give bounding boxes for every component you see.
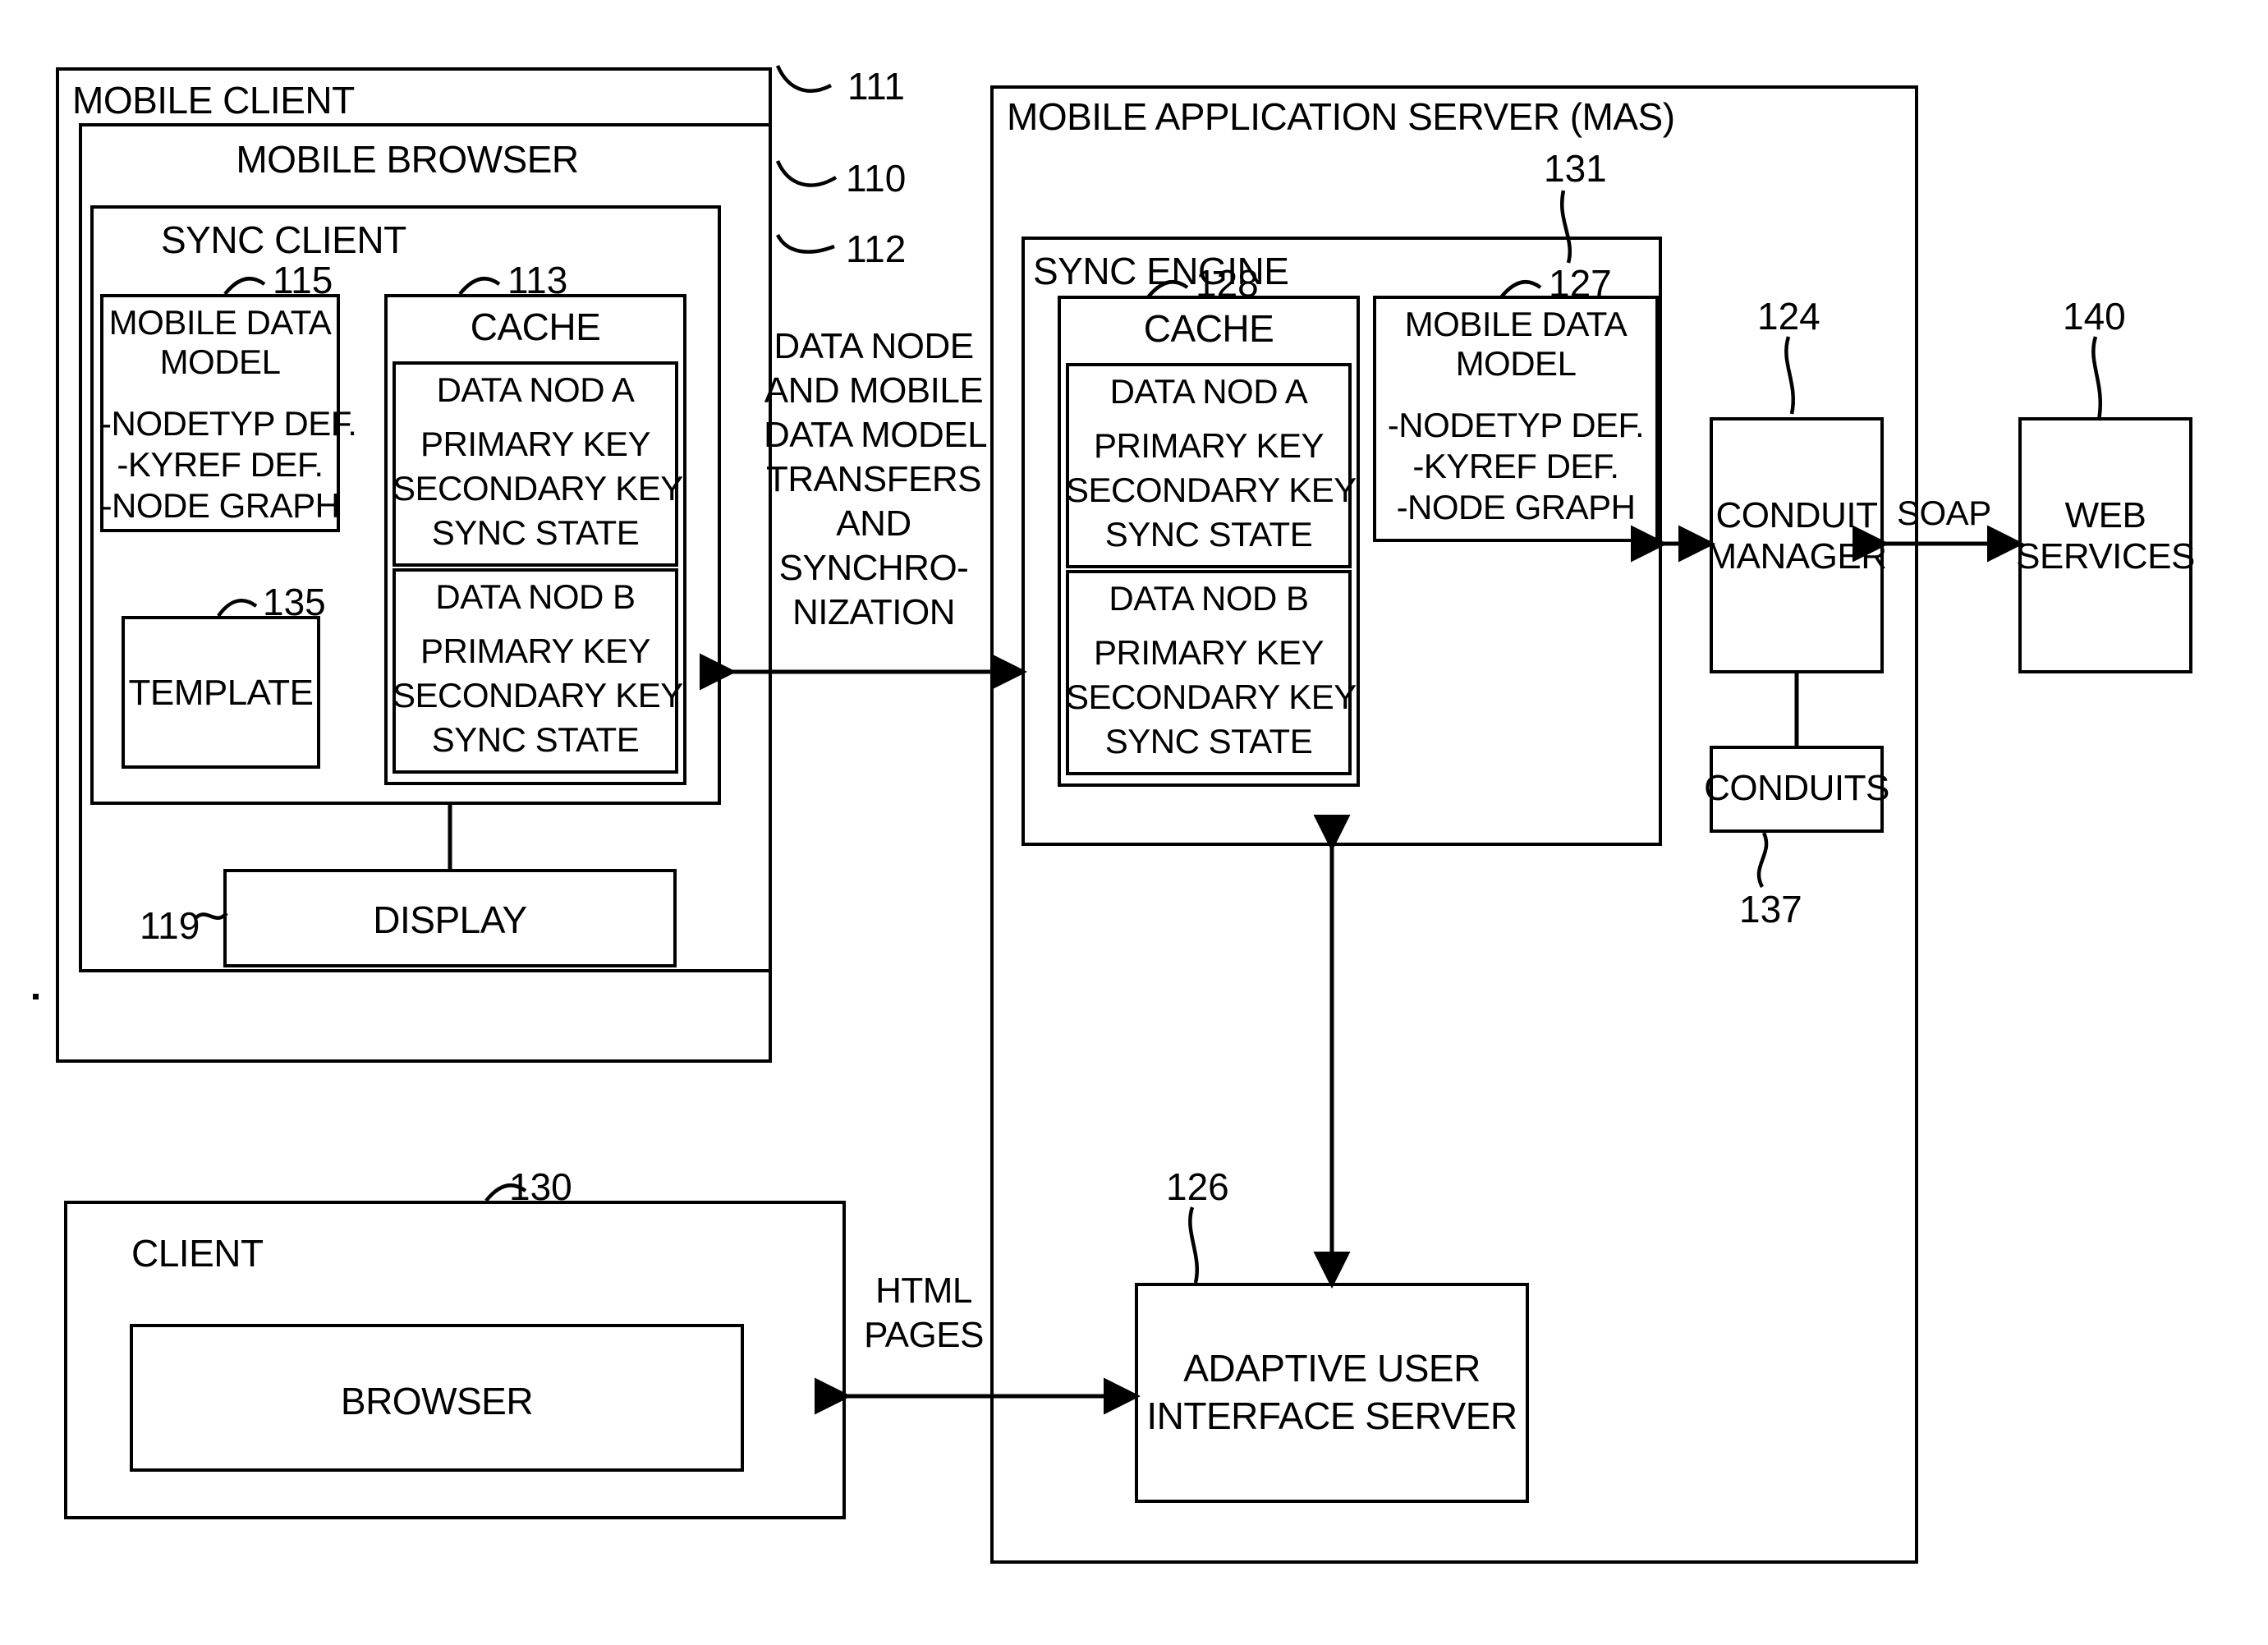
sync-link-text-line-4: AND xyxy=(836,503,911,544)
mas-mdm-title-line2: MODEL xyxy=(1455,344,1577,383)
ref-124: 124 xyxy=(1757,295,1820,338)
mas-label: MOBILE APPLICATION SERVER (MAS) xyxy=(1007,95,1675,138)
web-services-line2: SERVICES xyxy=(2016,536,2195,577)
client-mdm-item-2: -NODE GRAPH xyxy=(100,486,340,525)
client-data-node-a-name: DATA NOD A xyxy=(436,370,635,409)
ref-135: 135 xyxy=(263,581,326,623)
client-data-node-b-field-2: SYNC STATE xyxy=(431,720,640,759)
mas-mdm-title-line1: MOBILE DATA xyxy=(1404,305,1628,343)
client-label: CLIENT xyxy=(131,1232,264,1275)
conduit-manager-line2: MANAGER xyxy=(1706,536,1887,577)
client-data-node-b-field-0: PRIMARY KEY xyxy=(420,632,651,670)
mas-data-node-a-name: DATA NOD A xyxy=(1109,372,1308,411)
patent-block-diagram: MOBILE CLIENT MOBILE BROWSER SYNC CLIENT… xyxy=(0,0,2268,1645)
ref-112: 112 xyxy=(846,227,907,270)
sync-client-label: SYNC CLIENT xyxy=(161,218,406,261)
browser-label: BROWSER xyxy=(340,1380,534,1422)
adaptive-ui-server-line2: INTERFACE SERVER xyxy=(1146,1395,1517,1437)
client-data-node-b-field-1: SECONDARY KEY xyxy=(393,676,683,715)
adaptive-ui-server-line1: ADAPTIVE USER xyxy=(1183,1347,1481,1390)
ref-140: 140 xyxy=(2063,295,2126,338)
mas-data-node-a-field-2: SYNC STATE xyxy=(1104,515,1313,554)
mas-mdm-item-0: -NODETYP DEF. xyxy=(1387,406,1645,444)
ref-128: 128 xyxy=(1196,262,1259,305)
artifact-dot xyxy=(33,994,39,999)
html-pages-line2: PAGES xyxy=(864,1315,984,1355)
ref-115: 115 xyxy=(273,259,333,301)
ref-131: 131 xyxy=(1544,147,1607,190)
sync-link-text-line-0: DATA NODE xyxy=(774,326,974,366)
mas-mdm-item-2: -NODE GRAPH xyxy=(1396,488,1636,526)
mas-data-node-a-field-0: PRIMARY KEY xyxy=(1093,426,1325,465)
mobile-client-label: MOBILE CLIENT xyxy=(72,79,355,122)
ref-119: 119 xyxy=(140,904,200,947)
web-services-line1: WEB xyxy=(2064,495,2146,535)
soap-label: SOAP xyxy=(1897,494,1991,532)
sync-link-text-line-6: NIZATION xyxy=(792,592,956,632)
client-data-node-a-field-0: PRIMARY KEY xyxy=(420,425,651,463)
ref-126: 126 xyxy=(1166,1165,1229,1208)
template-label: TEMPLATE xyxy=(128,673,314,713)
conduits-label: CONDUITS xyxy=(1704,768,1889,808)
client-data-node-b-name: DATA NOD B xyxy=(435,577,636,616)
client-mdm-title-line2: MODEL xyxy=(159,342,281,381)
ref-127: 127 xyxy=(1549,262,1612,305)
ref-110: 110 xyxy=(846,157,907,200)
mas-data-node-b-field-1: SECONDARY KEY xyxy=(1066,678,1357,716)
sync-link-text-line-3: TRANSFERS xyxy=(766,459,981,499)
client-data-node-a-field-1: SECONDARY KEY xyxy=(393,469,683,508)
adaptive-ui-server-box xyxy=(1135,1283,1529,1503)
ref-137: 137 xyxy=(1739,888,1802,930)
client-data-node-a-field-2: SYNC STATE xyxy=(431,513,640,552)
mas-mdm-item-1: -KYREF DEF. xyxy=(1412,447,1619,485)
mobile-browser-label: MOBILE BROWSER xyxy=(236,138,579,181)
mas-data-node-b-field-0: PRIMARY KEY xyxy=(1093,633,1325,672)
client-mdm-title-line1: MOBILE DATA xyxy=(108,303,332,342)
client-cache-label: CACHE xyxy=(470,306,601,348)
html-pages-line1: HTML xyxy=(875,1271,972,1311)
ref-111: 111 xyxy=(847,65,905,108)
display-label: DISPLAY xyxy=(373,898,527,941)
ref-113: 113 xyxy=(507,259,568,301)
sync-link-text-line-2: DATA MODEL xyxy=(764,415,988,455)
client-mdm-item-1: -KYREF DEF. xyxy=(117,445,324,484)
ref-130: 130 xyxy=(509,1165,572,1208)
client-mdm-item-0: -NODETYP DEF. xyxy=(100,404,357,443)
sync-link-text-line-1: AND MOBILE xyxy=(764,370,984,411)
mas-cache-label: CACHE xyxy=(1143,307,1274,350)
mas-data-node-b-field-2: SYNC STATE xyxy=(1104,722,1313,760)
conduit-manager-line1: CONDUIT xyxy=(1715,495,1878,535)
sync-link-text-line-5: SYNCHRO- xyxy=(778,548,969,588)
mas-data-node-a-field-1: SECONDARY KEY xyxy=(1066,471,1357,509)
mas-data-node-b-name: DATA NOD B xyxy=(1109,579,1309,618)
